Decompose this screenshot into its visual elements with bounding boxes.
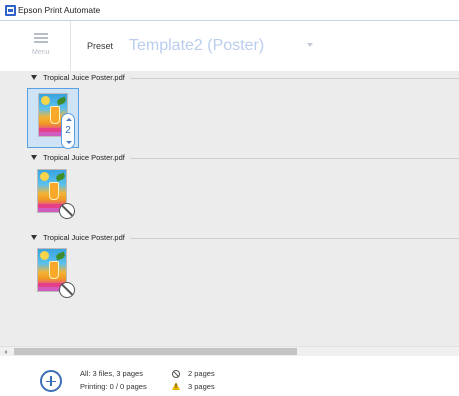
divider bbox=[130, 238, 459, 239]
triangle-down-icon[interactable] bbox=[31, 235, 37, 240]
warning-count: 3 pages bbox=[188, 382, 215, 391]
preset-dropdown[interactable]: Template2 (Poster) bbox=[129, 37, 264, 55]
status-footer: All: 3 files, 3 pages Printing: 0 / 0 pa… bbox=[0, 356, 459, 396]
prohibited-icon bbox=[59, 282, 75, 298]
title-bar: Epson Print Automate bbox=[0, 0, 459, 21]
prohibited-icon bbox=[59, 203, 75, 219]
chevron-down-icon[interactable] bbox=[66, 141, 72, 144]
page-thumbnail[interactable] bbox=[27, 165, 79, 225]
summary-all: All: 3 files, 3 pages bbox=[80, 369, 143, 378]
preset-label: Preset bbox=[87, 41, 114, 51]
file-name: Tropical Juice Poster.pdf bbox=[43, 153, 125, 162]
triangle-down-icon[interactable] bbox=[31, 155, 37, 160]
divider bbox=[130, 78, 459, 79]
page-thumbnail[interactable]: 2 bbox=[27, 88, 79, 149]
divider bbox=[130, 158, 459, 159]
file-list: Tropical Juice Poster.pdf 2 Tropical Jui… bbox=[0, 71, 459, 356]
header-divider bbox=[70, 21, 71, 71]
horizontal-scrollbar[interactable] bbox=[0, 346, 459, 356]
add-circle-icon[interactable] bbox=[40, 370, 62, 392]
chevron-down-icon[interactable] bbox=[307, 43, 313, 47]
file-group-header[interactable]: Tropical Juice Poster.pdf bbox=[0, 232, 459, 244]
chevron-left-icon[interactable] bbox=[4, 350, 7, 354]
menu-button[interactable]: Menu bbox=[26, 31, 60, 65]
scrollbar-thumb[interactable] bbox=[14, 348, 297, 355]
menu-label: Menu bbox=[32, 49, 50, 56]
prohibited-icon bbox=[172, 370, 180, 378]
file-name: Tropical Juice Poster.pdf bbox=[43, 233, 125, 242]
epson-app-icon bbox=[5, 5, 16, 16]
file-name: Tropical Juice Poster.pdf bbox=[43, 73, 125, 82]
header: Menu Preset Template2 (Poster) bbox=[0, 21, 459, 71]
page-thumbnail[interactable] bbox=[27, 244, 79, 304]
copies-value: 2 bbox=[65, 125, 71, 136]
window-title: Epson Print Automate bbox=[18, 5, 101, 15]
file-group-header[interactable]: Tropical Juice Poster.pdf bbox=[0, 72, 459, 84]
warning-icon: ! bbox=[172, 382, 180, 390]
no-print-count: 2 pages bbox=[188, 369, 215, 378]
summary-printing: Printing: 0 / 0 pages bbox=[80, 382, 147, 391]
file-group-header[interactable]: Tropical Juice Poster.pdf bbox=[0, 152, 459, 164]
triangle-down-icon[interactable] bbox=[31, 75, 37, 80]
hamburger-icon bbox=[34, 33, 48, 43]
chevron-up-icon[interactable] bbox=[66, 118, 72, 121]
copies-stepper[interactable]: 2 bbox=[61, 113, 75, 149]
